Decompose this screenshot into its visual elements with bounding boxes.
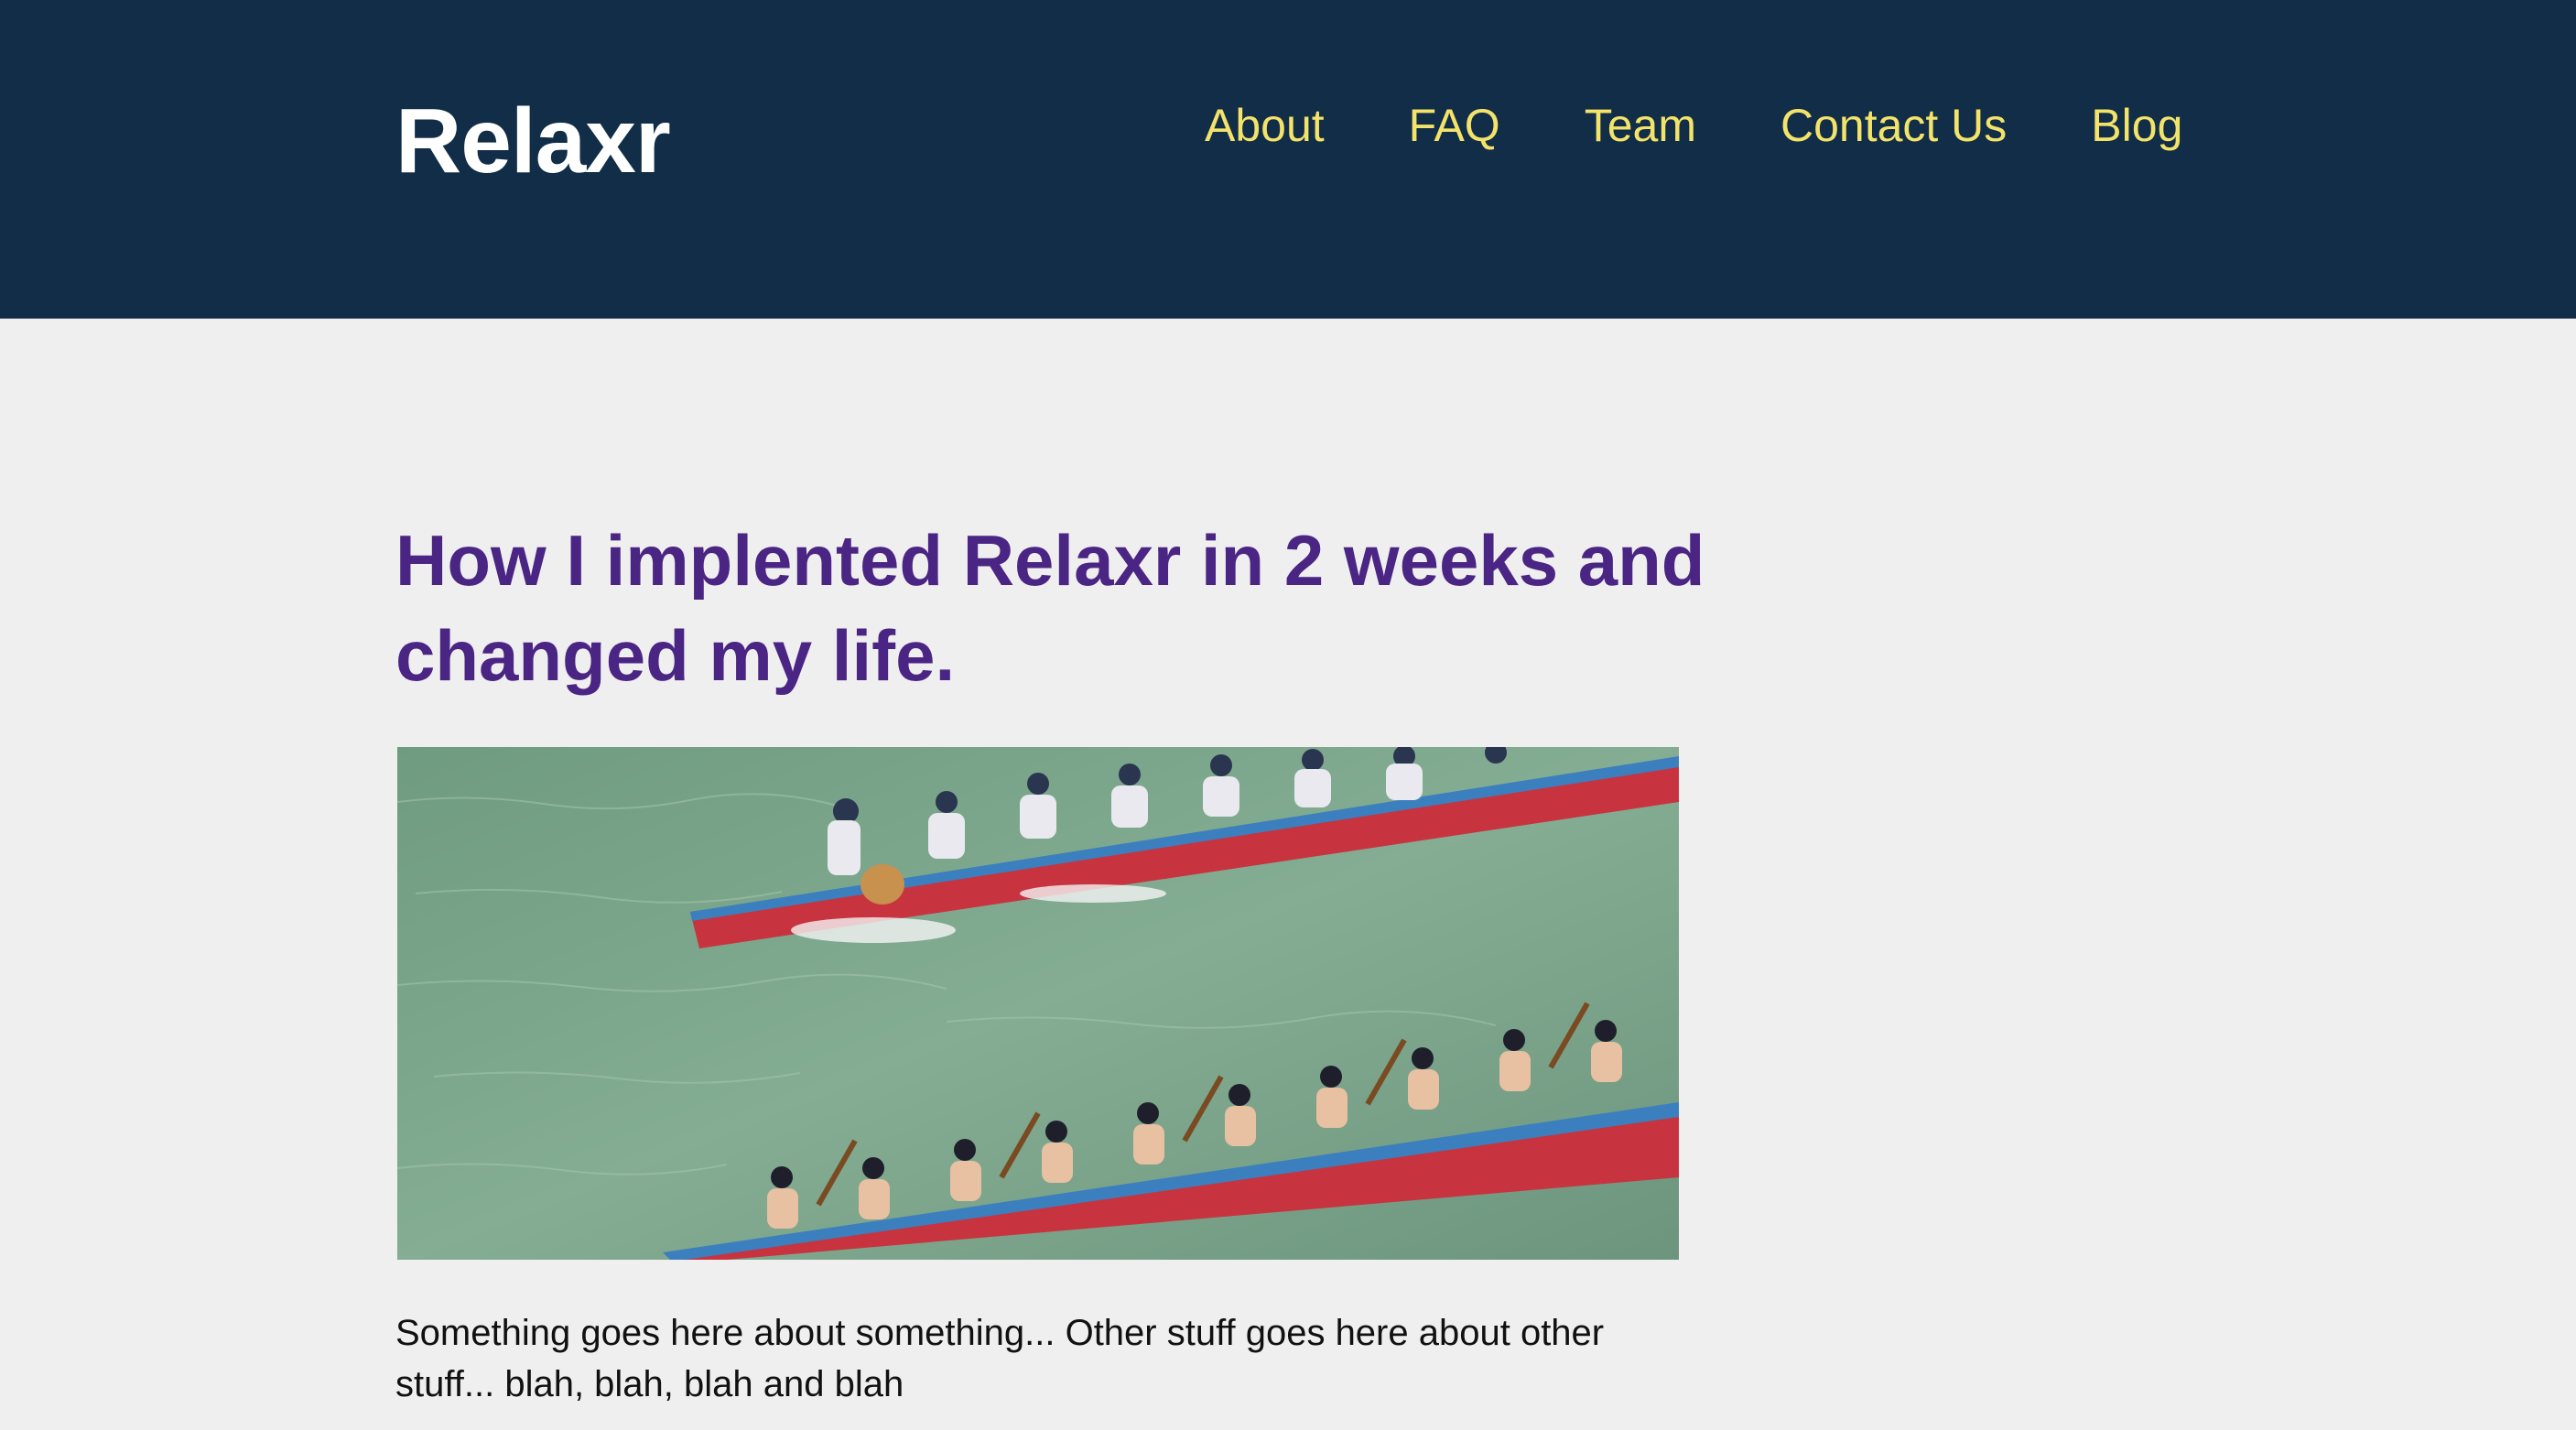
site-logo[interactable]: Relaxr: [395, 95, 671, 187]
nav-link-blog[interactable]: Blog: [2091, 103, 2182, 148]
post-body: Something goes here about something... O…: [395, 1313, 1605, 1404]
site-header: Relaxr About FAQ Team Contact Us Blog: [0, 0, 2576, 319]
post-title: How I implented Relaxr in 2 weeks and ch…: [395, 520, 1705, 696]
main-nav: About FAQ Team Contact Us Blog: [1205, 103, 2182, 148]
dragon-boat-photo: [397, 747, 1679, 1260]
nav-link-contact-us[interactable]: Contact Us: [1780, 103, 2007, 148]
post-hero-image: [397, 747, 1679, 1260]
nav-link-about[interactable]: About: [1205, 103, 1325, 148]
nav-link-faq[interactable]: FAQ: [1409, 103, 1500, 148]
nav-link-team[interactable]: Team: [1585, 103, 1696, 148]
